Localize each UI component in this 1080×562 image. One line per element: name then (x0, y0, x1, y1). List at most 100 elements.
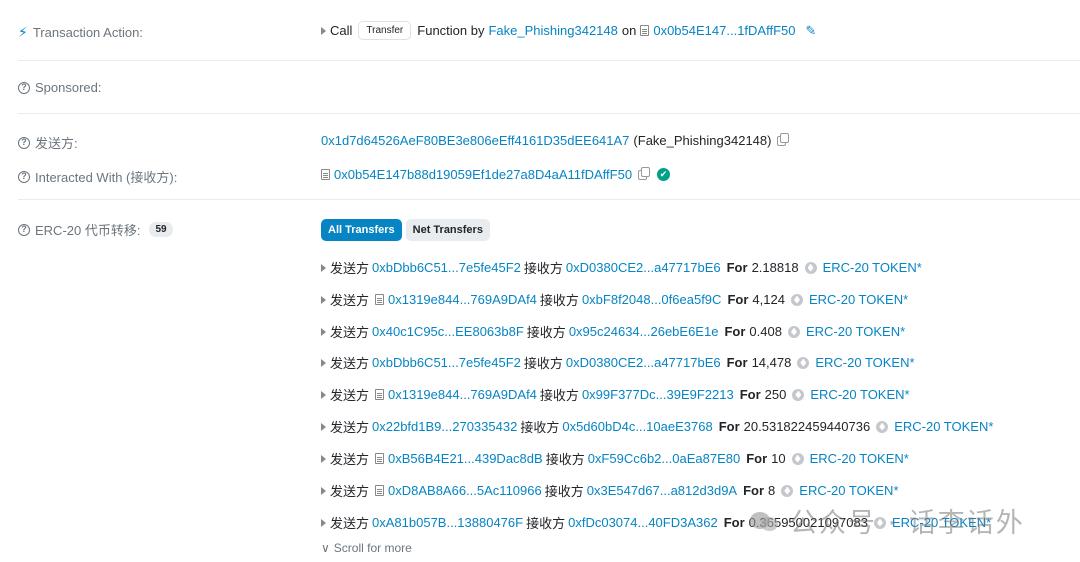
transfer-row: 发送方 0x40c1C95c...EE8063b8F 接收方 0x95c24634..… (321, 322, 905, 341)
to-word: 接收方 (523, 356, 563, 371)
transfer-row: 发送方 0xbDbb6C51...7e5fe45F2 接收方 0xD0380CE2..… (321, 353, 915, 372)
from-word: 发送方 (330, 325, 370, 340)
caret-right-icon[interactable] (321, 422, 326, 431)
token-link[interactable]: ERC-20 TOKEN* (810, 387, 909, 402)
verified-check-icon: ✔ (657, 168, 671, 181)
transfer-to-link[interactable]: 0xD0380CE2...a47717bE6 (566, 355, 721, 370)
from-value: 0x1d7d64526AeF80BE3e806eEff4161D35dEE641… (321, 132, 790, 148)
transfer-to-link[interactable]: 0xbF8f2048...0f6ea5f9C (582, 292, 722, 307)
transfer-amount: 250 (764, 387, 787, 402)
scroll-more-label: Scroll for more (333, 541, 412, 555)
watermark: 公众号 · 话李话外 (750, 501, 1025, 540)
from-word: 发送方 (330, 420, 370, 435)
caller-link[interactable]: Fake_Phishing342148 (488, 23, 617, 38)
transfer-to-link[interactable]: 0x3E547d67...a812d3d9A (587, 483, 737, 498)
transfer-from-link[interactable]: 0x1319e844...769A9DAf4 (388, 387, 537, 402)
tab-net-transfers[interactable]: Net Transfers (405, 219, 490, 241)
question-icon[interactable]: ? (18, 170, 30, 183)
token-link[interactable]: ERC-20 TOKEN* (806, 324, 905, 339)
interacted-label-group: ? Interacted With (接收方): (18, 167, 177, 186)
sponsored-label-group: ? Sponsored: (18, 80, 102, 95)
lightning-icon: ⚡ (18, 24, 28, 40)
caret-right-icon[interactable] (321, 518, 326, 527)
token-link[interactable]: ERC-20 TOKEN* (799, 483, 898, 498)
transfer-to-link[interactable]: 0xD0380CE2...a47717bE6 (566, 260, 721, 275)
contract-file-icon (375, 294, 385, 305)
caret-right-icon[interactable] (321, 26, 326, 35)
caret-right-icon[interactable] (321, 327, 326, 336)
caret-right-icon[interactable] (321, 295, 326, 304)
for-word: For (723, 515, 745, 530)
watermark-text: 公众号 · 话李话外 (790, 508, 1025, 539)
transfer-to-link[interactable]: 0x95c24634...26ebE6E1e (569, 324, 719, 339)
for-word: For (727, 292, 749, 307)
tab-all-transfers[interactable]: All Transfers (321, 219, 402, 241)
transfer-amount: 20.531822459440736 (743, 419, 871, 434)
transfer-amount: 2.18818 (751, 260, 799, 275)
transfer-to-link[interactable]: 0xF59Cc6b2...0aEa87E80 (588, 451, 741, 466)
transfer-from-link[interactable]: 0xbDbb6C51...7e5fe45F2 (372, 260, 521, 275)
from-tag: (Fake_Phishing342148) (633, 133, 772, 148)
token-icon (781, 484, 794, 497)
token-icon (790, 293, 803, 306)
token-link[interactable]: ERC-20 TOKEN* (815, 355, 914, 370)
interacted-address-link[interactable]: 0x0b54E147b88d19059Ef1de27a8D4aA11fDAffF… (334, 167, 632, 182)
token-link[interactable]: ERC-20 TOKEN* (810, 451, 909, 466)
copy-icon[interactable] (638, 166, 651, 180)
transfer-from-link[interactable]: 0x40c1C95c...EE8063b8F (372, 324, 524, 339)
contract-file-icon (375, 389, 385, 400)
caret-right-icon[interactable] (321, 358, 326, 367)
on-text: on (621, 23, 637, 38)
for-word: For (743, 483, 765, 498)
token-link[interactable]: ERC-20 TOKEN* (823, 260, 922, 275)
transfer-from-link[interactable]: 0xD8AB8A66...5Ac110966 (388, 483, 542, 498)
pencil-icon[interactable]: ✎ (805, 23, 816, 39)
transaction-action-label: Transaction Action: (32, 25, 143, 40)
question-icon[interactable]: ? (18, 81, 30, 94)
for-word: For (726, 260, 748, 275)
call-text: Call (330, 23, 353, 38)
transfer-from-link[interactable]: 0x1319e844...769A9DAf4 (388, 292, 537, 307)
transfer-from-link[interactable]: 0xA81b057B...13880476F (372, 515, 523, 530)
to-word: 接收方 (545, 452, 585, 467)
question-icon[interactable]: ? (18, 136, 30, 149)
for-word: For (739, 387, 761, 402)
transfer-to-link[interactable]: 0x5d60bD4c...10aeE3768 (562, 419, 712, 434)
sponsored-label: Sponsored: (35, 80, 102, 95)
divider (18, 60, 1080, 61)
question-icon[interactable]: ? (18, 223, 30, 236)
token-icon (876, 420, 889, 433)
divider (18, 199, 1080, 200)
chevron-down-icon: ∨ (321, 541, 330, 555)
from-word: 发送方 (330, 516, 370, 531)
token-icon (797, 356, 810, 369)
scroll-more[interactable]: ∨ Scroll for more (321, 541, 412, 555)
caret-right-icon[interactable] (321, 263, 326, 272)
to-word: 接收方 (539, 293, 579, 308)
transfer-from-link[interactable]: 0xbDbb6C51...7e5fe45F2 (372, 355, 521, 370)
from-address-link[interactable]: 0x1d7d64526AeF80BE3e806eEff4161D35dEE641… (321, 133, 629, 148)
caret-right-icon[interactable] (321, 454, 326, 463)
transfer-row: 发送方 0xB56B4E21...439Dac8dB 接收方 0xF59Cc6b2..… (321, 449, 909, 468)
transfer-row: 发送方 0xbDbb6C51...7e5fe45F2 接收方 0xD0380CE2..… (321, 258, 922, 277)
from-word: 发送方 (330, 484, 370, 499)
transfer-amount: 10 (771, 451, 786, 466)
from-word: 发送方 (330, 261, 370, 276)
caret-right-icon[interactable] (321, 486, 326, 495)
contract-file-icon (321, 169, 330, 180)
transfer-from-link[interactable]: 0xB56B4E21...439Dac8dB (388, 451, 543, 466)
token-link[interactable]: ERC-20 TOKEN* (894, 419, 993, 434)
token-icon (804, 261, 817, 274)
caret-right-icon[interactable] (321, 390, 326, 399)
transfer-to-link[interactable]: 0x99F377Dc...39E9F2213 (582, 387, 734, 402)
contract-link[interactable]: 0x0b54E147...1fDAffF50 (653, 23, 795, 38)
transfer-row: 发送方 0xD8AB8A66...5Ac110966 接收方 0x3E547d67..… (321, 481, 899, 500)
copy-icon[interactable] (777, 132, 790, 146)
transaction-action-label-group: ⚡ Transaction Action: (18, 24, 143, 41)
transfer-row: 发送方 0x1319e844...769A9DAf4 接收方 0x99F377Dc..… (321, 385, 910, 404)
transfer-from-link[interactable]: 0x22bfd1B9...270335432 (372, 419, 517, 434)
transfer-to-link[interactable]: 0xfDc03074...40FD3A362 (568, 515, 718, 530)
token-link[interactable]: ERC-20 TOKEN* (809, 292, 908, 307)
from-word: 发送方 (330, 452, 370, 467)
for-word: For (718, 419, 740, 434)
